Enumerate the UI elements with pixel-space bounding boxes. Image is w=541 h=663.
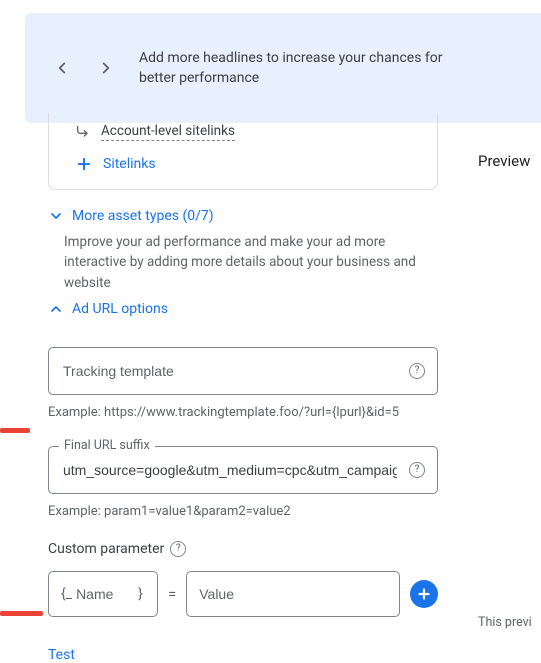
preview-title: Preview <box>478 152 541 170</box>
custom-parameter-label: Custom parameter ? <box>48 541 438 557</box>
help-icon[interactable]: ? <box>409 462 425 478</box>
param-name-field[interactable]: {_ } <box>48 571 158 617</box>
tracking-template-field[interactable]: ? <box>48 347 438 395</box>
ad-url-options-label: Ad URL options <box>72 301 168 317</box>
more-asset-types-expander[interactable]: More asset types (0/7) <box>48 208 438 224</box>
param-value-field[interactable] <box>186 571 400 617</box>
ad-url-options-expander[interactable]: Ad URL options <box>48 301 438 317</box>
more-asset-types-label: More asset types (0/7) <box>72 208 214 224</box>
preview-note: This previ <box>478 615 541 630</box>
banner-message: Add more headlines to increase your chan… <box>139 48 459 89</box>
final-url-suffix-input[interactable] <box>63 462 397 478</box>
final-url-suffix-label: Final URL suffix <box>59 438 155 453</box>
add-parameter-button[interactable] <box>410 580 438 608</box>
annotation-marker <box>0 428 30 433</box>
annotation-marker <box>0 611 43 616</box>
custom-parameter-row: {_ } = <box>48 571 438 617</box>
tracking-example: Example: https://www.trackingtemplate.fo… <box>48 405 438 420</box>
chevron-left-icon[interactable] <box>53 59 71 77</box>
brace-open: {_ <box>61 586 72 602</box>
tracking-template-input[interactable] <box>63 363 397 379</box>
equals-sign: = <box>168 585 176 603</box>
preview-column: Preview This previ <box>478 130 541 630</box>
main-column: Account-level sitelinks Sitelinks More a… <box>48 113 438 663</box>
chevron-right-icon[interactable] <box>97 59 115 77</box>
account-sitelinks-row[interactable]: Account-level sitelinks <box>75 123 421 141</box>
banner-nav <box>53 59 115 77</box>
more-asset-help: Improve your ad performance and make you… <box>64 232 438 293</box>
tips-banner: Add more headlines to increase your chan… <box>25 13 541 123</box>
subdirectory-icon <box>75 124 91 140</box>
plus-icon <box>75 155 93 173</box>
final-url-suffix-field[interactable]: Final URL suffix ? <box>48 446 438 494</box>
param-name-input[interactable] <box>76 586 134 602</box>
sitelinks-label: Sitelinks <box>103 156 156 172</box>
help-icon[interactable]: ? <box>409 363 425 379</box>
help-icon[interactable]: ? <box>170 541 186 557</box>
sitelinks-card: Account-level sitelinks Sitelinks <box>48 113 438 190</box>
test-button[interactable]: Test <box>48 647 75 663</box>
chevron-up-icon <box>48 301 64 317</box>
param-value-input[interactable] <box>199 586 387 602</box>
brace-close: } <box>138 586 143 602</box>
account-sitelinks-link[interactable]: Account-level sitelinks <box>101 123 235 141</box>
suffix-example: Example: param1=value1&param2=value2 <box>48 504 438 519</box>
chevron-down-icon <box>48 208 64 224</box>
add-sitelinks-button[interactable]: Sitelinks <box>75 155 421 173</box>
